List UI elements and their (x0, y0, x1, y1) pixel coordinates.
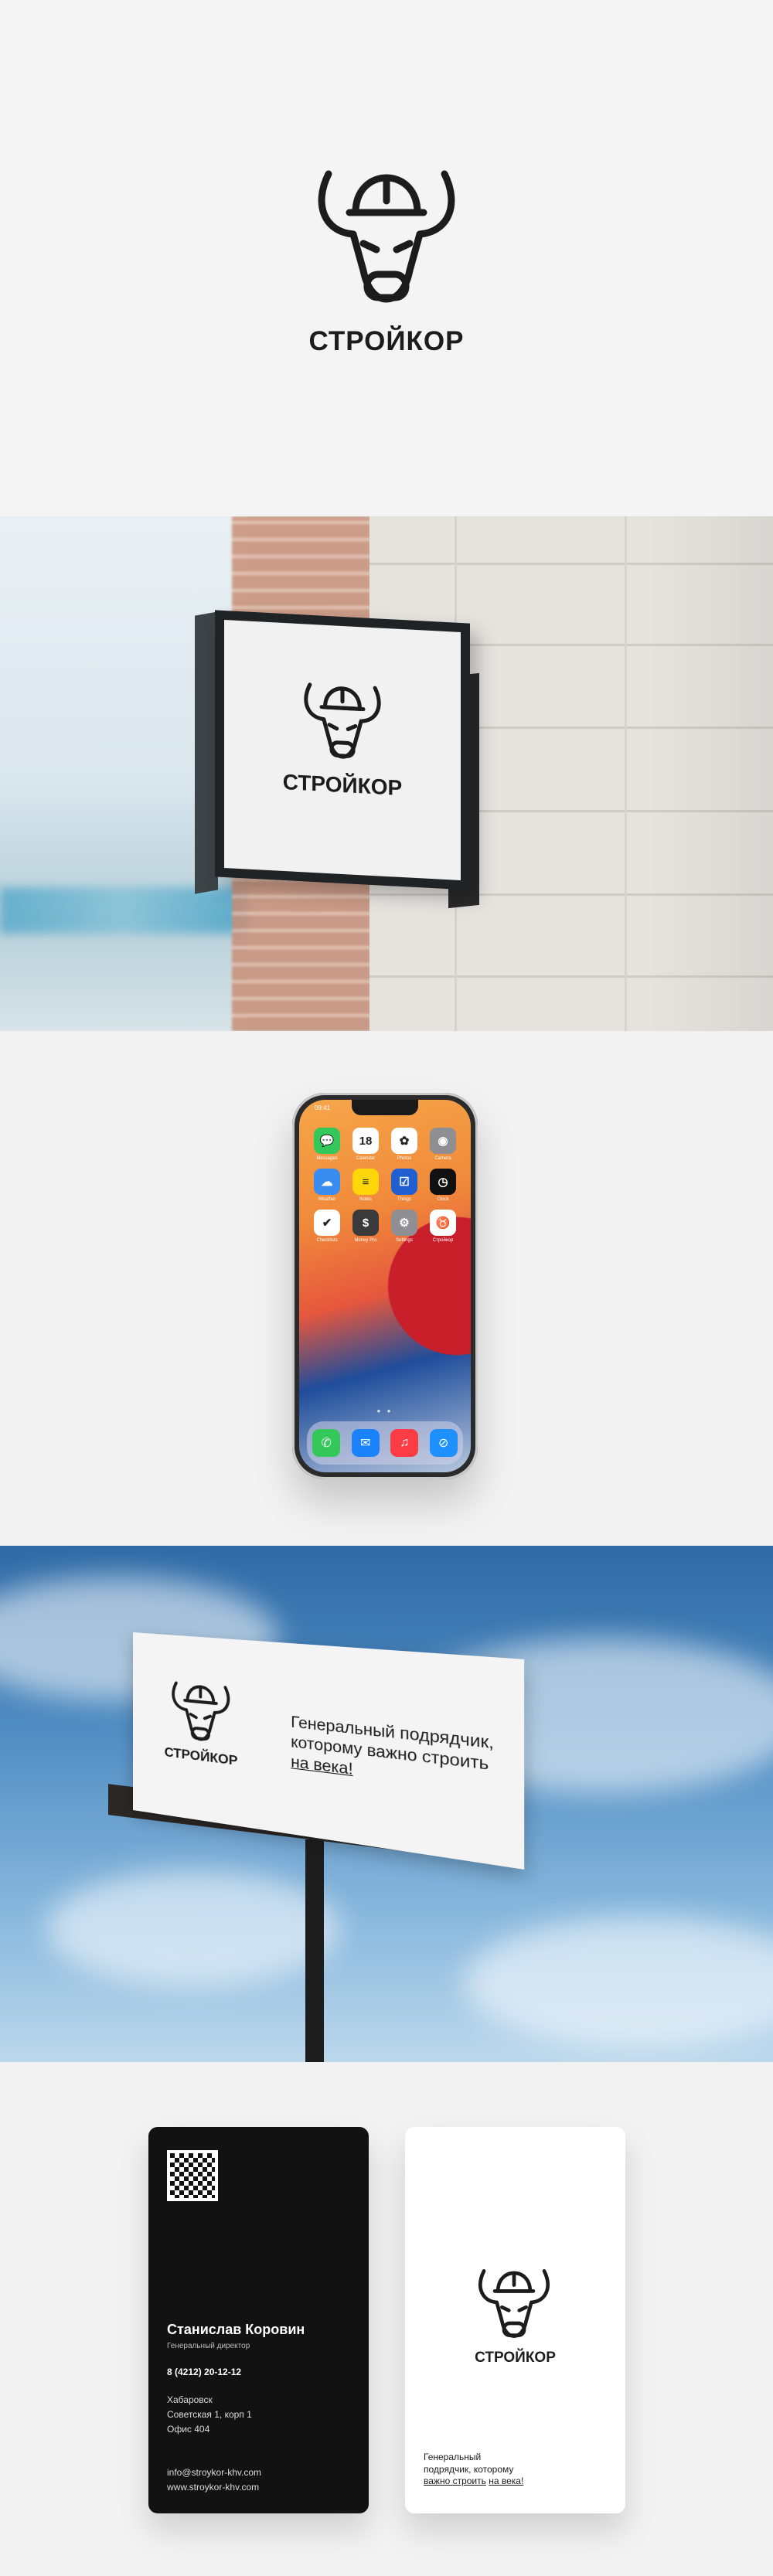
app-label: Camera (434, 1156, 451, 1161)
app-notes[interactable]: ≡ Notes (350, 1169, 381, 1202)
business-card-front: Станислав Коровин Генеральный директор 8… (148, 2127, 369, 2513)
billboard-panel: СТРОЙКОР Генеральный подрядчик, которому… (133, 1632, 525, 1870)
money-icon: $ (352, 1210, 379, 1236)
address-street: Советская 1, корп 1 (167, 2409, 252, 2421)
app-bull-app[interactable]: ♉ Стройкор (427, 1210, 458, 1243)
checklists-icon: ✔ (314, 1210, 340, 1236)
qr-code-icon (167, 2150, 218, 2201)
app-grid: 💬 Messages 18 Calendar ✿ Photos ◉ Camera ☁ Weathe… (312, 1128, 458, 1243)
music-icon[interactable]: ♫ (390, 1429, 419, 1457)
app-label: Weather (318, 1197, 336, 1202)
dock: ✆ ✉ ♫ ⊘ (307, 1421, 463, 1465)
bull-with-hardhat-icon (472, 2263, 557, 2343)
app-messages[interactable]: 💬 Messages (312, 1128, 342, 1161)
billboard-mockup: СТРОЙКОР Генеральный подрядчик, которому… (0, 1546, 773, 2062)
card-slogan-line-2: подрядчик, которому (424, 2463, 514, 2475)
mail-icon[interactable]: ✉ (351, 1429, 380, 1457)
camera-icon: ◉ (430, 1128, 456, 1154)
card-slogan-line-1: Генеральный (424, 2452, 482, 2462)
light-box-sign: СТРОЙКОР (215, 610, 470, 890)
app-clock[interactable]: ◷ Clock (427, 1169, 458, 1202)
card-slogan: Генеральный подрядчик, которому важно ст… (424, 2452, 570, 2488)
card-brand-name: СТРОЙКОР (475, 2350, 556, 2366)
card-slogan-line-3: важно строить (424, 2476, 486, 2487)
sign-brand-name: СТРОЙКОР (282, 769, 403, 801)
status-time: 09:41 (315, 1104, 331, 1111)
address-office: Офис 404 (167, 2424, 210, 2435)
phone-mockup: 09:41 💬 Messages 18 Calendar ✿ Photos ◉ Camera ☁… (0, 1031, 773, 1546)
page-dots: ● ● (376, 1407, 393, 1414)
notch (352, 1100, 418, 1115)
app-money[interactable]: $ Money Pro (350, 1210, 381, 1243)
business-card-back: СТРОЙКОР Генеральный подрядчик, которому… (405, 2127, 625, 2513)
app-label: Calendar (356, 1156, 376, 1161)
contact-email: info@stroykor-khv.com (167, 2467, 261, 2478)
bull-app-icon: ♉ (430, 1210, 456, 1236)
app-label: Messages (316, 1156, 338, 1161)
app-label: Money Pro (354, 1238, 377, 1243)
app-settings[interactable]: ⚙ Settings (389, 1210, 420, 1243)
card-slogan-underlined: на века! (489, 2476, 524, 2487)
contact-address: Хабаровск Советская 1, корп 1 Офис 404 (167, 2393, 252, 2438)
notes-icon: ≡ (352, 1169, 379, 1195)
wall-sign-mockup: СТРОЙКОР (0, 516, 773, 1031)
contact-name: Станислав Коровин (167, 2322, 305, 2337)
background-water (0, 887, 247, 934)
smartphone: 09:41 💬 Messages 18 Calendar ✿ Photos ◉ Camera ☁… (292, 1093, 478, 1479)
address-city: Хабаровск (167, 2394, 213, 2405)
messages-icon: 💬 (314, 1128, 340, 1154)
contact-links: info@stroykor-khv.com www.stroykor-khv.c… (167, 2465, 261, 2495)
safari-icon[interactable]: ⊘ (429, 1429, 458, 1457)
app-label: Стройкор (432, 1238, 454, 1243)
billboard-slogan: Генеральный подрядчик, которому важно ст… (291, 1713, 514, 1800)
app-label: Photos (397, 1156, 412, 1161)
weather-icon: ☁ (314, 1169, 340, 1195)
contact-website: www.stroykor-khv.com (167, 2482, 260, 2493)
business-cards-mockup: Станислав Коровин Генеральный директор 8… (0, 2062, 773, 2576)
app-label: Notes (359, 1197, 372, 1202)
things-icon: ☑ (391, 1169, 417, 1195)
app-label: Things (397, 1197, 411, 1202)
bull-with-hardhat-icon (305, 158, 468, 313)
photos-icon: ✿ (391, 1128, 417, 1154)
contact-phone: 8 (4212) 20-12-12 (167, 2367, 242, 2377)
calendar-icon: 18 (352, 1128, 379, 1154)
bull-with-hardhat-icon (166, 1676, 235, 1750)
app-camera[interactable]: ◉ Camera (427, 1128, 458, 1161)
app-checklists[interactable]: ✔ Checklists (312, 1210, 342, 1243)
brand-name: СТРОЙКОР (308, 326, 465, 356)
app-things[interactable]: ☑ Things (389, 1169, 420, 1202)
logo-section: СТРОЙКОР (0, 0, 773, 516)
contact-position: Генеральный директор (167, 2342, 250, 2350)
app-photos[interactable]: ✿ Photos (389, 1128, 420, 1161)
app-label: Settings (396, 1238, 413, 1243)
home-screen: 09:41 💬 Messages 18 Calendar ✿ Photos ◉ Camera ☁… (299, 1100, 471, 1472)
app-label: Clock (437, 1197, 449, 1202)
billboard-pole (305, 1839, 324, 2062)
bull-with-hardhat-icon (297, 675, 388, 767)
app-calendar[interactable]: 18 Calendar (350, 1128, 381, 1161)
app-weather[interactable]: ☁ Weather (312, 1169, 342, 1202)
settings-icon: ⚙ (391, 1210, 417, 1236)
clock-icon: ◷ (430, 1169, 456, 1195)
app-label: Checklists (316, 1238, 338, 1243)
phone-icon[interactable]: ✆ (312, 1429, 341, 1457)
